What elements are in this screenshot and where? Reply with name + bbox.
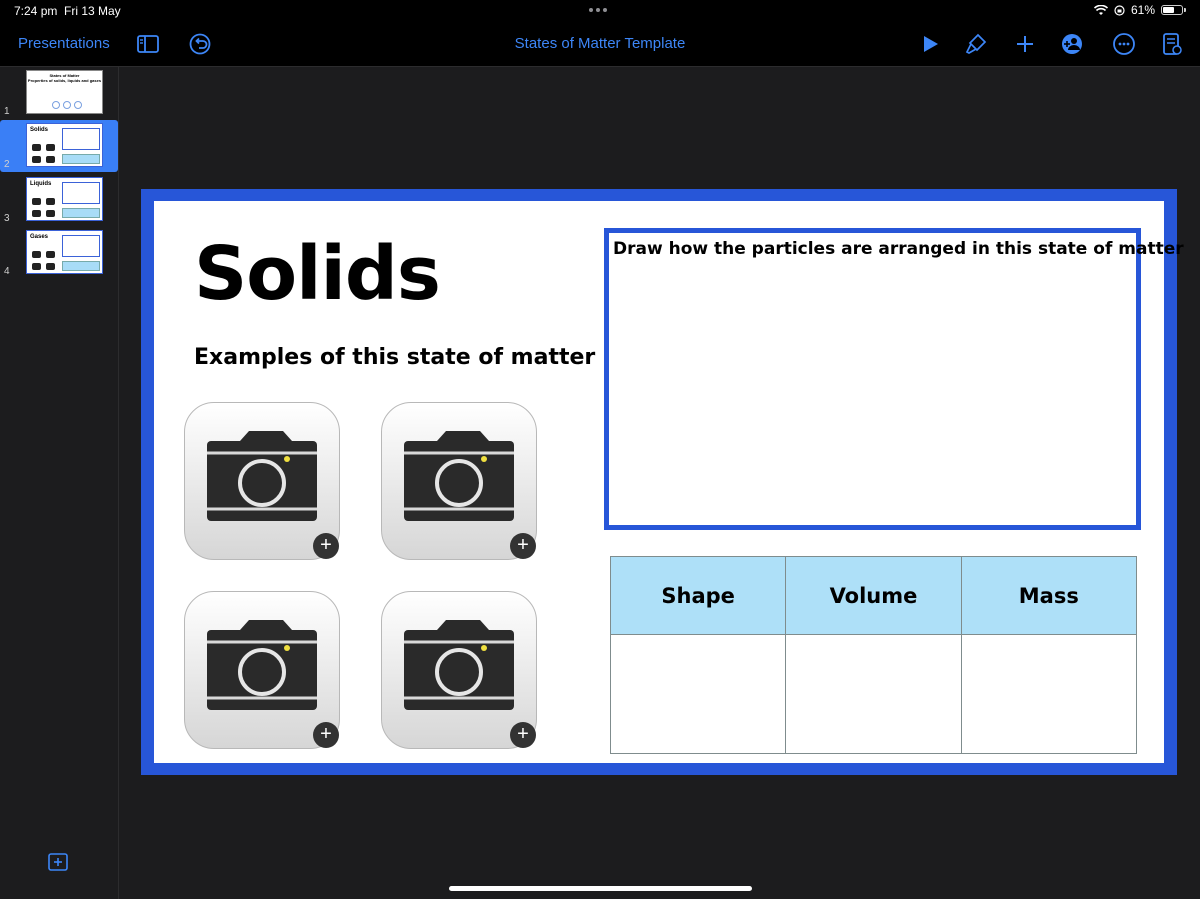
slide-thumbnail-4[interactable]: 4 Gases	[0, 227, 118, 279]
slide-navigator: 1 States of Matter Properties of solids, …	[0, 67, 119, 899]
multitasking-dots[interactable]	[589, 8, 607, 12]
camera-icon	[207, 620, 317, 710]
status-time: 7:24 pm	[14, 4, 58, 18]
add-slide-icon[interactable]	[48, 853, 68, 871]
slide-title[interactable]: Solids	[194, 231, 441, 317]
orientation-lock-icon	[1114, 4, 1125, 16]
sidebar-toggle-icon[interactable]	[136, 32, 160, 56]
table-header-mass[interactable]: Mass	[960, 556, 1138, 635]
slide-thumbnail-1[interactable]: 1 States of Matter Properties of solids, …	[0, 67, 118, 119]
add-photo-button[interactable]: +	[510, 722, 536, 748]
add-photo-button[interactable]: +	[313, 533, 339, 559]
thumb-subtitle: Properties of solids, liquids and gases	[27, 78, 102, 83]
status-date: Fri 13 May	[64, 4, 121, 18]
slide-number: 4	[4, 266, 10, 277]
presenter-notes-icon[interactable]	[1160, 32, 1184, 56]
thumb-title: Liquids	[30, 181, 52, 187]
toolbar: Presentations States of Matter Template	[0, 22, 1200, 67]
play-icon[interactable]	[918, 32, 942, 56]
document-title[interactable]: States of Matter Template	[515, 35, 686, 52]
photo-placeholder-3[interactable]: +	[184, 591, 340, 749]
battery-icon	[1161, 5, 1183, 15]
slide-content: Solids Examples of this state of matter …	[154, 201, 1184, 763]
thumb-title: Gases	[30, 234, 49, 240]
slide-canvas[interactable]: Solids Examples of this state of matter …	[141, 189, 1184, 775]
table-header-volume[interactable]: Volume	[785, 556, 962, 635]
home-indicator[interactable]	[449, 886, 752, 891]
presentations-back-button[interactable]: Presentations	[18, 35, 110, 52]
camera-icon	[404, 620, 514, 710]
photo-placeholder-2[interactable]: +	[381, 402, 537, 560]
table-cell-shape[interactable]	[609, 634, 787, 754]
format-brush-icon[interactable]	[964, 32, 988, 56]
add-photo-button[interactable]: +	[510, 533, 536, 559]
slide-number: 1	[4, 106, 10, 117]
thumb-title: Solids	[30, 127, 49, 133]
wifi-icon	[1093, 4, 1108, 15]
slide-thumbnail-3[interactable]: 3 Liquids	[0, 174, 118, 226]
battery-percent: 61%	[1130, 3, 1155, 17]
undo-icon[interactable]	[188, 32, 212, 56]
status-bar: 7:24 pm Fri 13 May 61%	[0, 0, 1200, 22]
slide-thumbnail-2[interactable]: 2 Solids	[0, 120, 118, 172]
add-photo-button[interactable]: +	[313, 722, 339, 748]
properties-table[interactable]: Shape Volume Mass	[609, 556, 1138, 754]
photo-placeholder-4[interactable]: +	[381, 591, 537, 749]
drawing-prompt[interactable]: Draw how the particles are arranged in t…	[613, 239, 1184, 259]
drawing-area[interactable]: Draw how the particles are arranged in t…	[604, 228, 1184, 530]
camera-icon	[404, 431, 514, 521]
slide-number: 2	[4, 159, 10, 170]
table-header-shape[interactable]: Shape	[609, 556, 787, 635]
more-icon[interactable]	[1112, 32, 1136, 56]
slide-subtitle[interactable]: Examples of this state of matter	[194, 345, 595, 370]
photo-placeholder-1[interactable]: +	[184, 402, 340, 560]
table-cell-mass[interactable]	[960, 634, 1138, 754]
slide-number: 3	[4, 213, 10, 224]
table-cell-volume[interactable]	[785, 634, 962, 754]
collaborate-icon[interactable]	[1060, 32, 1084, 56]
camera-icon	[207, 431, 317, 521]
add-icon[interactable]	[1013, 32, 1037, 56]
